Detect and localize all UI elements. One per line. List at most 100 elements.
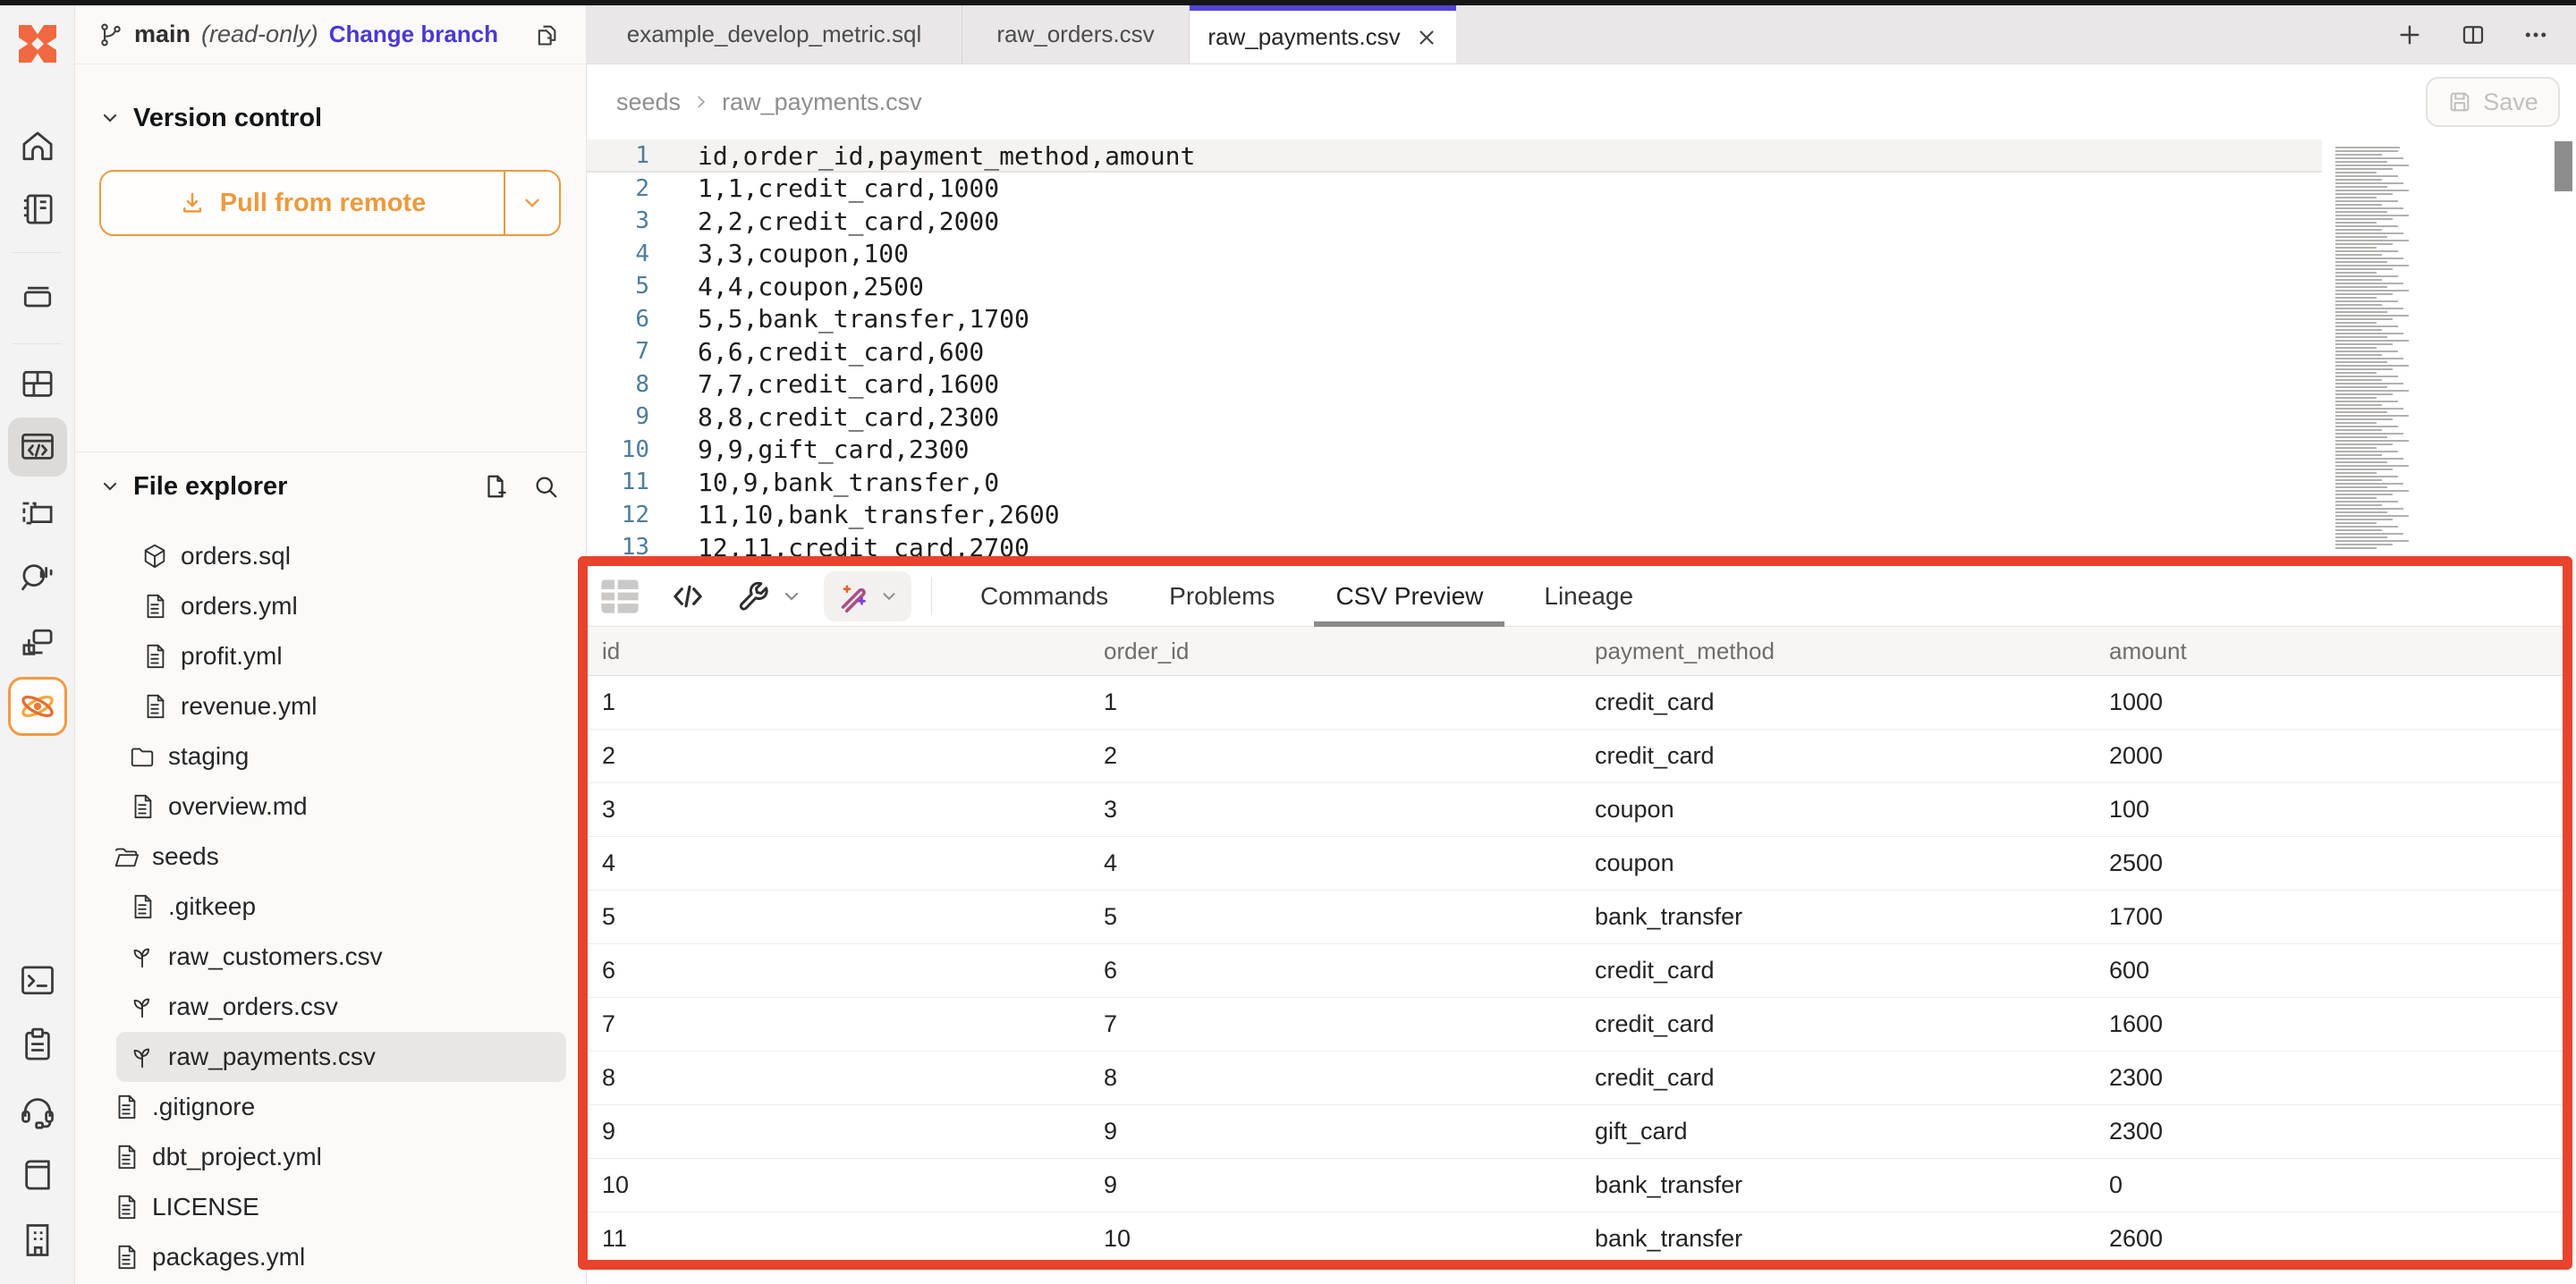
clipboard-icon[interactable] (8, 1016, 67, 1075)
file-icon (141, 693, 168, 720)
file-item-overview.md[interactable]: overview.md (75, 781, 586, 832)
git-branch-icon (98, 22, 123, 47)
magic-wand-button[interactable] (824, 571, 911, 621)
code-editor[interactable]: 1id,order_id,payment_method,amount21,1,c… (587, 139, 2576, 622)
file-item-raw_orders.csv[interactable]: raw_orders.csv (75, 982, 586, 1032)
line-code: 8,8,credit_card,2300 (698, 402, 999, 432)
table-cell: bank_transfer (1580, 1225, 2095, 1253)
results-table-icon[interactable] (600, 579, 640, 614)
line-number: 2 (587, 175, 649, 202)
editor-line: 1211,10,bank_transfer,2600 (587, 499, 2576, 532)
file-item-.gitkeep[interactable]: .gitkeep (75, 882, 586, 932)
editor-scrollbar-thumb[interactable] (2555, 141, 2572, 191)
layout-grid-icon[interactable] (8, 355, 67, 414)
home-icon[interactable] (8, 117, 67, 176)
new-file-icon[interactable] (482, 473, 509, 500)
line-code: 10,9,bank_transfer,0 (698, 468, 999, 497)
windows-icon[interactable] (8, 613, 67, 672)
building-icon[interactable] (8, 1211, 67, 1270)
minimap[interactable] (2335, 147, 2434, 551)
table-row: 11credit_card1000 (588, 676, 2563, 730)
book-icon[interactable] (8, 1145, 67, 1204)
panel-tab-commands[interactable]: Commands (950, 566, 1139, 627)
file-item-dbt_project.yml[interactable]: dbt_project.yml (75, 1132, 586, 1182)
line-code: 9,9,gift_card,2300 (698, 435, 969, 464)
file-item-label: overview.md (168, 792, 308, 821)
line-code: 6,6,credit_card,600 (698, 337, 984, 367)
file-item-orders.yml[interactable]: orders.yml (75, 581, 586, 631)
folder-open-icon (113, 843, 140, 870)
file-item-raw_customers.csv[interactable]: raw_customers.csv (75, 932, 586, 982)
file-item-staging[interactable]: staging (75, 731, 586, 781)
file-tree: orders.sql orders.yml profit.yml revenue.ym… (75, 531, 586, 1282)
editor-line: 65,5,bank_transfer,1700 (587, 303, 2576, 336)
code-editor-icon[interactable] (8, 418, 67, 477)
tab-strip-actions (2395, 5, 2576, 63)
breadcrumb-row: seeds raw_payments.csv Save (587, 64, 2576, 139)
table-row: 77credit_card1600 (588, 998, 2563, 1052)
table-cell: 3 (1089, 796, 1580, 824)
file-item-label: orders.yml (181, 592, 298, 621)
atom-icon[interactable] (8, 677, 67, 736)
file-item-label: .gitignore (152, 1093, 255, 1121)
save-button[interactable]: Save (2426, 77, 2560, 127)
pull-options-button[interactable] (504, 172, 559, 234)
download-icon (179, 190, 206, 216)
file-item-label: profit.yml (181, 642, 283, 671)
build-tools-icon[interactable] (736, 579, 770, 613)
new-tab-icon[interactable] (2395, 21, 2424, 49)
table-row: 22credit_card2000 (588, 730, 2563, 783)
file-item-LICENSE[interactable]: LICENSE (75, 1182, 586, 1232)
file-item-raw_payments.csv[interactable]: raw_payments.csv (116, 1032, 566, 1082)
archive-tray-icon[interactable] (8, 266, 67, 325)
table-cell: 10 (588, 1171, 1089, 1199)
search-icon[interactable] (532, 473, 559, 500)
dbt-logo[interactable] (10, 16, 65, 72)
split-editor-icon[interactable] (2460, 21, 2487, 48)
seed-icon (129, 993, 156, 1020)
notebook-icon[interactable] (8, 180, 67, 239)
chevron-down-icon[interactable] (99, 476, 121, 497)
panel-tab-csv-preview[interactable]: CSV Preview (1305, 566, 1513, 627)
table-cell: 7 (1089, 1010, 1580, 1038)
file-item-seeds[interactable]: seeds (75, 832, 586, 882)
headset-icon[interactable] (8, 1081, 67, 1140)
file-icon (141, 593, 168, 620)
frame-select-icon[interactable] (8, 484, 67, 543)
file-item-orders.sql[interactable]: orders.sql (75, 531, 586, 581)
chevron-down-icon[interactable] (99, 107, 121, 129)
code-icon[interactable] (670, 579, 706, 614)
copy-icon[interactable] (534, 22, 559, 47)
line-code: 2,2,credit_card,2000 (698, 207, 999, 236)
breadcrumb-parent: seeds (616, 89, 681, 116)
editor-tab-raw_payments.csv[interactable]: raw_payments.csv (1190, 5, 1456, 63)
more-icon[interactable] (2522, 21, 2549, 48)
pull-from-remote-button[interactable]: Pull from remote (99, 170, 561, 236)
chevron-down-icon[interactable] (781, 586, 802, 607)
panel-tab-problems[interactable]: Problems (1139, 566, 1305, 627)
table-cell: 9 (588, 1118, 1089, 1145)
editor-tab-example_develop_metric.sql[interactable]: example_develop_metric.sql (587, 5, 962, 63)
table-cell: 1600 (2095, 1010, 2563, 1038)
save-label: Save (2483, 89, 2538, 116)
file-item-revenue.yml[interactable]: revenue.yml (75, 681, 586, 731)
terminal-icon[interactable] (8, 951, 67, 1010)
branch-name: main (134, 21, 191, 48)
close-tab-icon[interactable] (1415, 26, 1438, 49)
editor-lines: 1id,order_id,payment_method,amount21,1,c… (587, 139, 2576, 564)
version-control-section: Version control Pull from remote (75, 64, 586, 452)
search-insights-icon[interactable] (8, 547, 67, 606)
panel-tab-lineage[interactable]: Lineage (1513, 566, 1664, 627)
file-item-.gitignore[interactable]: .gitignore (75, 1082, 586, 1132)
change-branch-link[interactable]: Change branch (329, 21, 498, 48)
column-header-order_id: order_id (1089, 638, 1580, 665)
table-cell: 2600 (2095, 1225, 2563, 1253)
table-cell: coupon (1580, 796, 2095, 824)
model-icon (141, 543, 168, 570)
file-item-packages.yml[interactable]: packages.yml (75, 1232, 586, 1282)
file-item-profit.yml[interactable]: profit.yml (75, 631, 586, 681)
breadcrumb-file: raw_payments.csv (722, 89, 922, 116)
editor-line: 76,6,credit_card,600 (587, 335, 2576, 368)
line-number: 1 (587, 142, 649, 169)
editor-tab-raw_orders.csv[interactable]: raw_orders.csv (962, 5, 1190, 63)
